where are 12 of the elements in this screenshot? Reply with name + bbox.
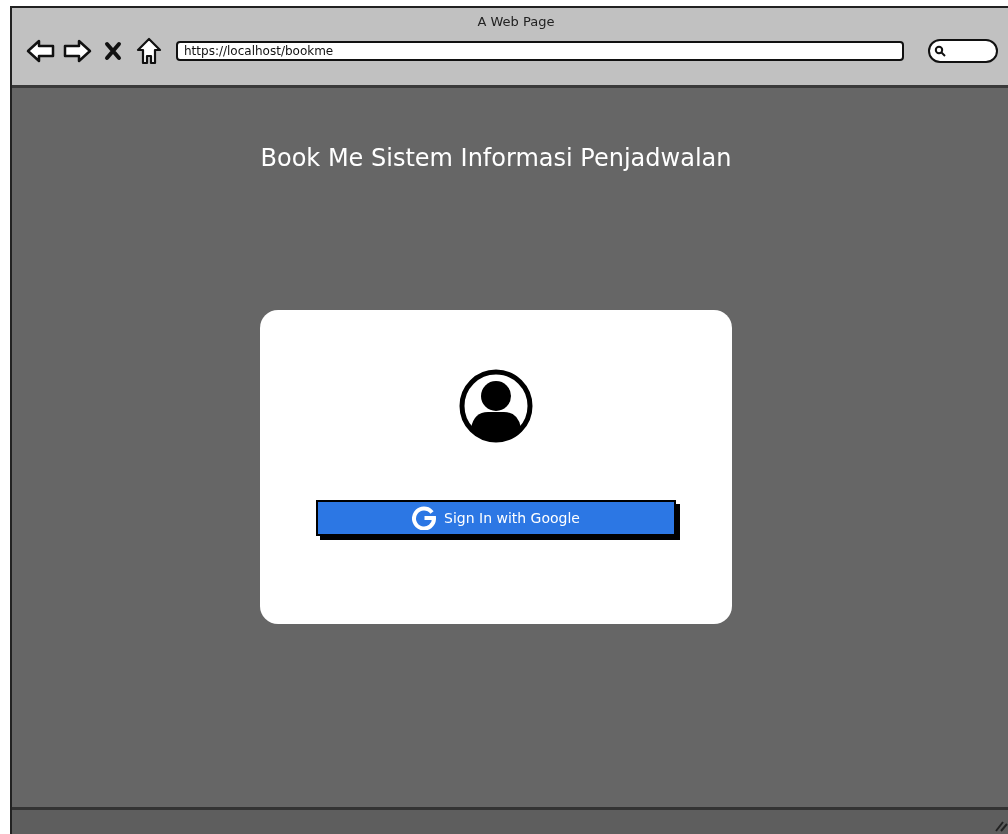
home-button[interactable] [134, 36, 164, 66]
close-icon [104, 41, 122, 61]
search-button[interactable] [928, 39, 998, 63]
left-arrow-icon [26, 38, 56, 64]
window-title: A Web Page [477, 14, 555, 29]
home-icon [136, 37, 162, 65]
user-avatar-icon [458, 368, 534, 444]
page-heading: Book Me Sistem Informasi Penjadwalan [260, 144, 732, 172]
right-arrow-icon [62, 38, 92, 64]
search-icon [934, 45, 946, 57]
address-bar[interactable]: https://localhost/bookme [176, 41, 904, 61]
google-icon [412, 506, 436, 530]
